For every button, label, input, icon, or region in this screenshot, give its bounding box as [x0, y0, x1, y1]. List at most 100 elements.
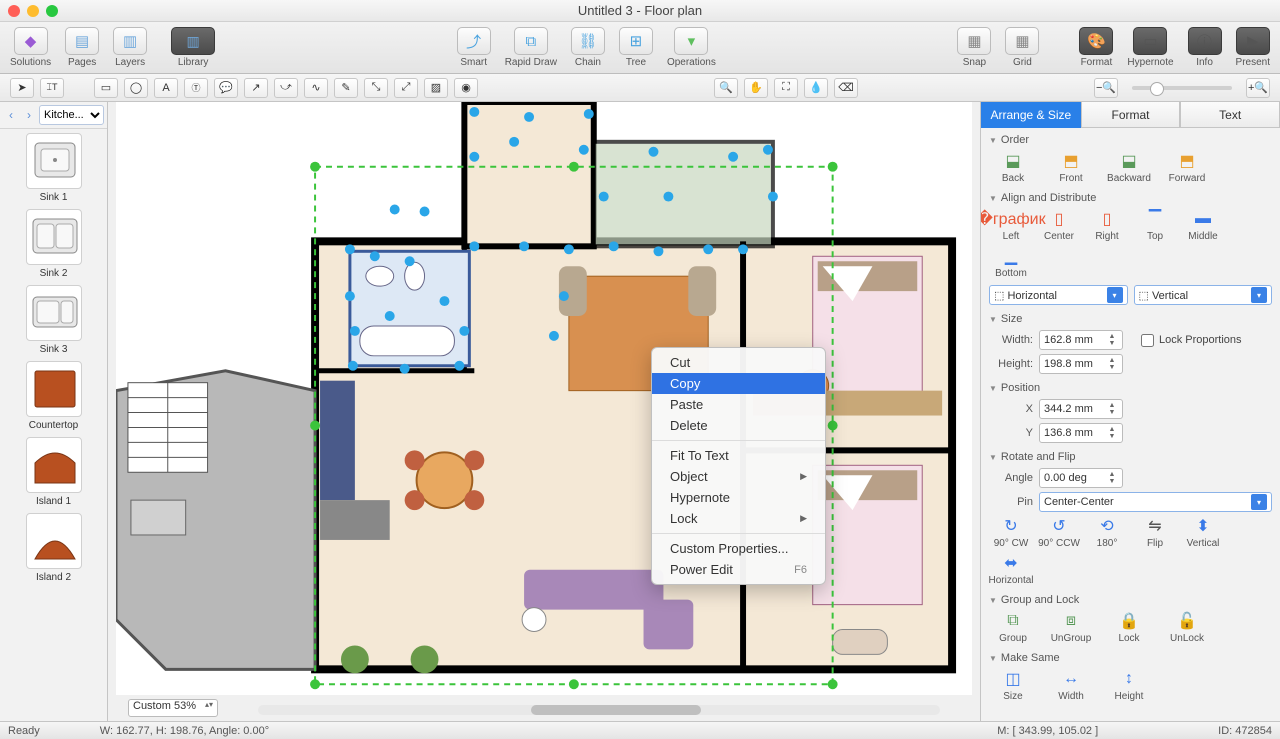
vertical-button[interactable]: ⬍Vertical [1181, 516, 1225, 549]
inspector-tab-text[interactable]: Text [1180, 102, 1280, 128]
makesame-section-header[interactable]: Make Same [989, 652, 1272, 664]
zoom-level-select[interactable]: Custom 53% ▴▾ [128, 699, 218, 717]
library-item-island-2[interactable]: Island 2 [0, 513, 107, 583]
back-button[interactable]: ⬓Back [989, 151, 1037, 184]
pin-select[interactable]: Center-Center▾ [1039, 492, 1272, 512]
menu-copy[interactable]: Copy [652, 373, 825, 394]
size-section-header[interactable]: Size [989, 313, 1272, 325]
library-item-sink-3[interactable]: Sink 3 [0, 285, 107, 355]
solutions-button[interactable]: ◆Solutions [10, 27, 51, 68]
erase-tool[interactable]: ⌫ [834, 78, 858, 98]
brush-tool[interactable]: ✎ [334, 78, 358, 98]
text-select-tool[interactable]: ⌶T [40, 78, 64, 98]
library-category-select[interactable]: Kitche... [39, 105, 104, 125]
horizontal-button[interactable]: ⬌Horizontal [989, 553, 1033, 586]
zoom-tool[interactable]: 🔍 [714, 78, 738, 98]
zoom-in-button[interactable]: +🔍 [1246, 78, 1270, 98]
library-back-button[interactable]: ‹ [3, 107, 19, 123]
lock-button[interactable]: 🔒Lock [1105, 611, 1153, 644]
--button[interactable]: ⟲180° [1085, 516, 1129, 549]
horizontal-scrollbar[interactable] [258, 705, 940, 715]
textbox-tool[interactable]: Ⓣ [184, 78, 208, 98]
pages-button[interactable]: ▤Pages [65, 27, 99, 68]
order-section-header[interactable]: Order [989, 134, 1272, 146]
center-button[interactable]: ▯Center [1037, 209, 1081, 242]
select-tool[interactable]: ➤ [10, 78, 34, 98]
tree-button[interactable]: ⊞Tree [619, 27, 653, 68]
snap-button[interactable]: ▦Snap [957, 27, 991, 68]
menu-paste[interactable]: Paste [652, 394, 825, 415]
spline-tool[interactable]: ∿ [304, 78, 328, 98]
front-button[interactable]: ⬒Front [1047, 151, 1095, 184]
library-fwd-button[interactable]: › [21, 107, 37, 123]
highlighter-tool[interactable]: ▨ [424, 78, 448, 98]
inspector-tab-format[interactable]: Format [1081, 102, 1181, 128]
library-button[interactable]: ▥ Library [171, 27, 215, 68]
stamp-tool[interactable]: ◉ [454, 78, 478, 98]
ellipse-tool[interactable]: ◯ [124, 78, 148, 98]
smart-button[interactable]: ⤴Smart [457, 27, 491, 68]
layers-button[interactable]: ▥Layers [113, 27, 147, 68]
right-button[interactable]: ▯Right [1085, 209, 1129, 242]
text-tool[interactable]: A [154, 78, 178, 98]
menu-hypernote[interactable]: Hypernote [652, 487, 825, 508]
menu-fit-to-text[interactable]: Fit To Text [652, 445, 825, 466]
menu-cut[interactable]: Cut [652, 352, 825, 373]
library-item-sink-2[interactable]: Sink 2 [0, 209, 107, 279]
rect-tool[interactable]: ▭ [94, 78, 118, 98]
connector-tool[interactable]: ⤡ [364, 78, 388, 98]
smart-connector-tool[interactable]: ⤢ [394, 78, 418, 98]
unlock-button[interactable]: 🔓UnLock [1163, 611, 1211, 644]
angle-input[interactable]: 0.00 deg▲▼ [1039, 468, 1123, 488]
top-button[interactable]: ▔Top [1133, 209, 1177, 242]
menu-custom-properties-[interactable]: Custom Properties... [652, 538, 825, 559]
width-button[interactable]: ↔Width [1047, 669, 1095, 702]
pan-tool[interactable]: ✋ [744, 78, 768, 98]
distribute-vertical-select[interactable]: ⬚ Vertical▾ [1134, 285, 1273, 305]
distribute-horizontal-select[interactable]: ⬚ Horizontal▾ [989, 285, 1128, 305]
present-button[interactable]: ▶Present [1236, 27, 1270, 68]
left-button[interactable]: �графикLeft [989, 209, 1033, 242]
eyedropper-tool[interactable]: 💧 [804, 78, 828, 98]
operations-button[interactable]: ▾Operations [667, 27, 716, 68]
align-section-header[interactable]: Align and Distribute [989, 192, 1272, 204]
menu-lock[interactable]: Lock [652, 508, 825, 529]
bottom-button[interactable]: ▁Bottom [989, 246, 1033, 279]
middle-button[interactable]: ▬Middle [1181, 209, 1225, 242]
width-input[interactable]: 162.8 mm▲▼ [1039, 330, 1123, 350]
inspector-tab-arrange-size[interactable]: Arrange & Size [981, 102, 1081, 128]
info-button[interactable]: ⓘInfo [1188, 27, 1222, 68]
line-tool[interactable]: ↗ [244, 78, 268, 98]
library-item-countertop[interactable]: Countertop [0, 361, 107, 431]
lock-proportions-checkbox[interactable] [1141, 334, 1154, 347]
chain-button[interactable]: ⛓Chain [571, 27, 605, 68]
crop-tool[interactable]: ⛶ [774, 78, 798, 98]
zoom-out-button[interactable]: −🔍 [1094, 78, 1118, 98]
x-input[interactable]: 344.2 mm▲▼ [1039, 399, 1123, 419]
position-section-header[interactable]: Position [989, 382, 1272, 394]
zoom-slider[interactable] [1132, 86, 1232, 90]
menu-object[interactable]: Object [652, 466, 825, 487]
hypernote-button[interactable]: ▭Hypernote [1127, 27, 1173, 68]
menu-delete[interactable]: Delete [652, 415, 825, 436]
library-item-island-1[interactable]: Island 1 [0, 437, 107, 507]
height-button[interactable]: ↕Height [1105, 669, 1153, 702]
backward-button[interactable]: ⬓Backward [1105, 151, 1153, 184]
-cw-button[interactable]: ↻90° CW [989, 516, 1033, 549]
y-input[interactable]: 136.8 mm▲▼ [1039, 423, 1123, 443]
forward-button[interactable]: ⬒Forward [1163, 151, 1211, 184]
drawing-canvas[interactable]: CutCopyPasteDelete Fit To TextObjectHyper… [116, 102, 972, 695]
ungroup-button[interactable]: ⧈UnGroup [1047, 611, 1095, 644]
height-input[interactable]: 198.8 mm▲▼ [1039, 354, 1123, 374]
-ccw-button[interactable]: ↺90° CCW [1037, 516, 1081, 549]
menu-power-edit[interactable]: Power EditF6 [652, 559, 825, 580]
callout-tool[interactable]: 💬 [214, 78, 238, 98]
rotate-section-header[interactable]: Rotate and Flip [989, 451, 1272, 463]
flip-button[interactable]: ⇋Flip [1133, 516, 1177, 549]
format-button[interactable]: 🎨Format [1079, 27, 1113, 68]
arc-tool[interactable]: ⤻ [274, 78, 298, 98]
rapid-draw-button[interactable]: ⧉Rapid Draw [505, 27, 557, 68]
grid-button[interactable]: ▦Grid [1005, 27, 1039, 68]
group-section-header[interactable]: Group and Lock [989, 594, 1272, 606]
size-button[interactable]: ◫Size [989, 669, 1037, 702]
